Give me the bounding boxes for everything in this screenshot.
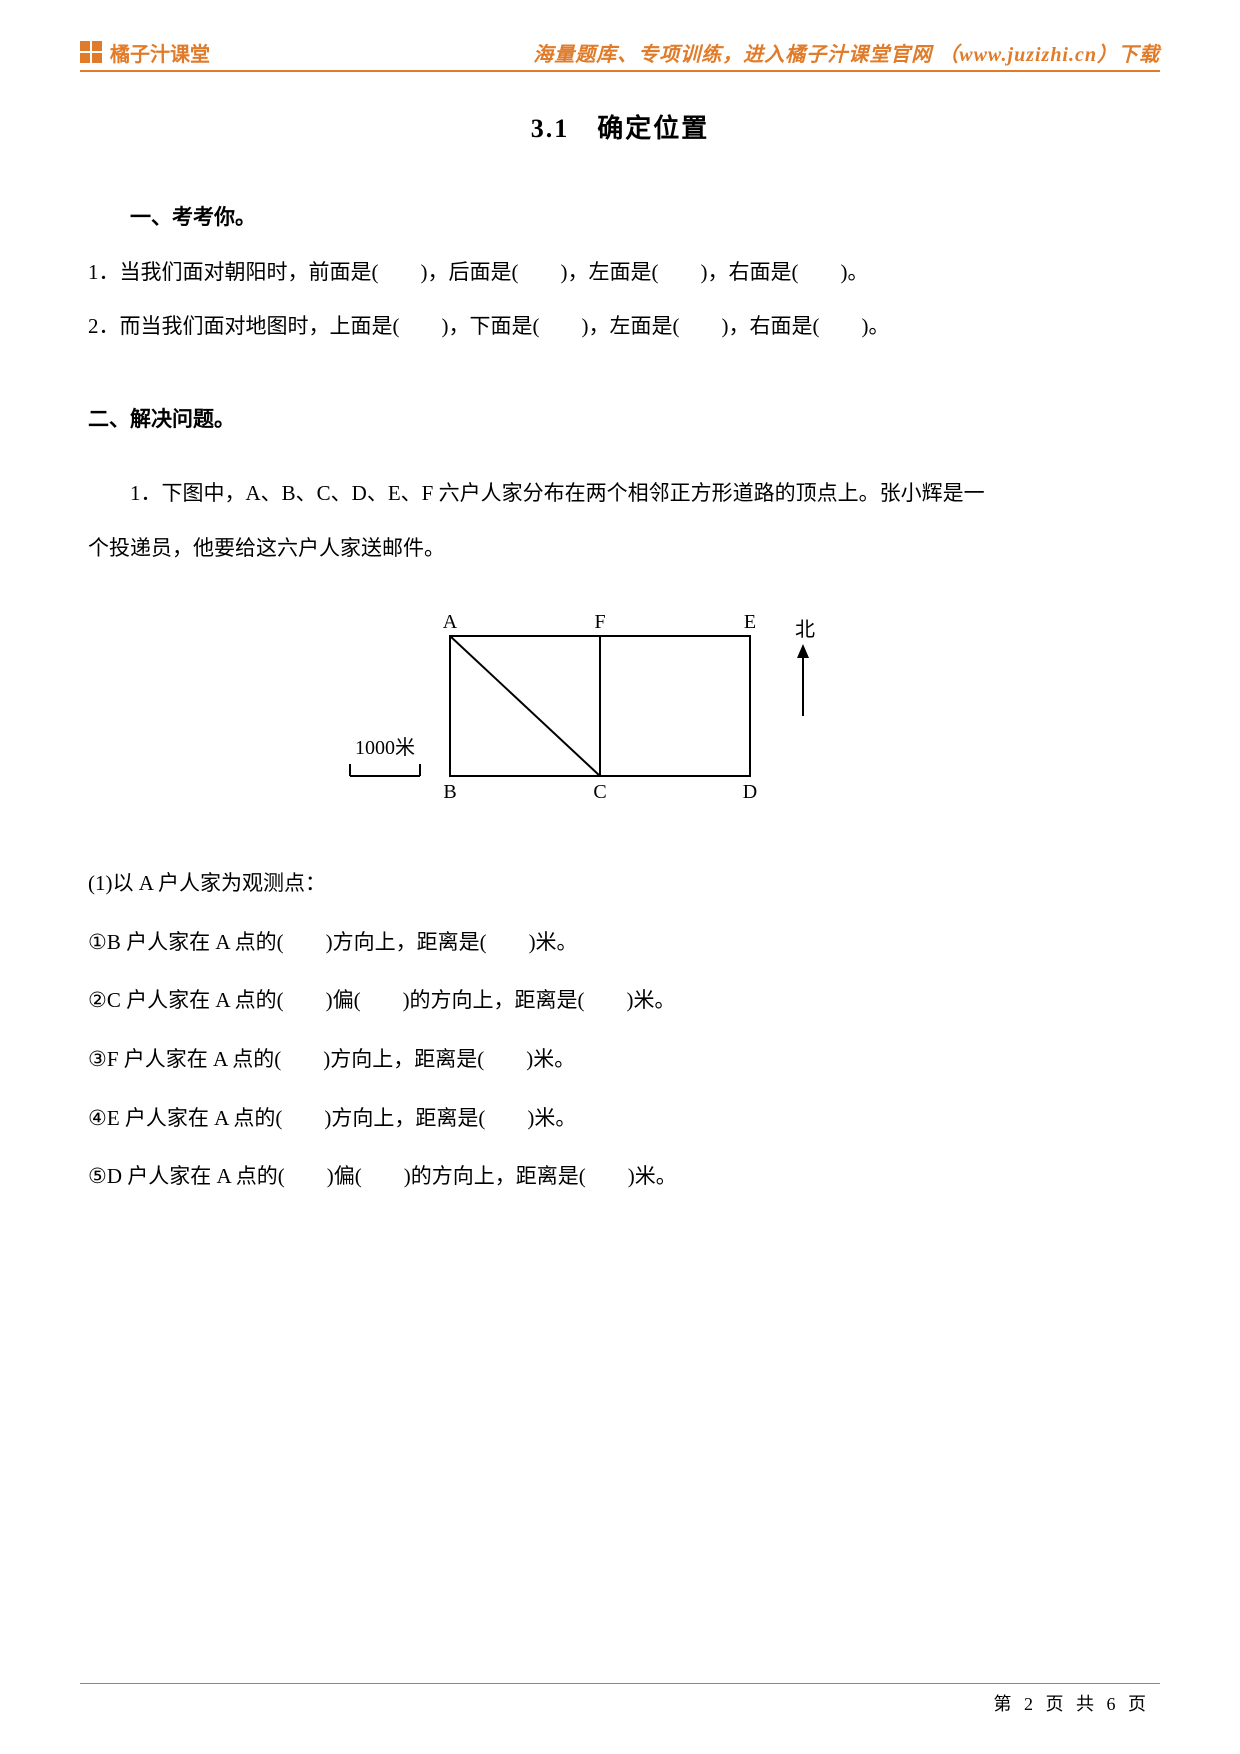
logo-icon	[80, 41, 104, 65]
sub-q3: ③F 户人家在 A 点的( )方向上，距离是( )米。	[88, 1032, 1152, 1087]
label-F: F	[594, 611, 605, 633]
sub-intro: (1)以 A 户人家为观测点：	[88, 856, 1152, 911]
label-E: E	[744, 611, 756, 633]
label-B: B	[443, 781, 456, 803]
section2-heading: 二、解决问题。	[88, 392, 1152, 447]
label-scale: 1000米	[355, 736, 415, 759]
sub-q1: ①B 户人家在 A 点的( )方向上，距离是( )米。	[88, 915, 1152, 970]
label-D: D	[743, 781, 757, 803]
label-A: A	[443, 611, 458, 633]
s1-q1: 1．当我们面对朝阳时，前面是( )，后面是( )，左面是( )，右面是( )。	[88, 245, 1152, 300]
page-header: 橘子汁课堂 海量题库、专项训练，进入橘子汁课堂官网 （www.juzizhi.c…	[80, 38, 1160, 67]
header-right-text: 海量题库、专项训练，进入橘子汁课堂官网 （www.juzizhi.cn）下载	[533, 38, 1160, 67]
label-north: 北	[795, 618, 815, 641]
page-footer: 第 2 页 共 6 页	[994, 1690, 1151, 1716]
sub-q5: ⑤D 户人家在 A 点的( )偏( )的方向上，距离是( )米。	[88, 1149, 1152, 1204]
brand-logo: 橘子汁课堂	[80, 38, 210, 67]
sub-q4: ④E 户人家在 A 点的( )方向上，距离是( )米。	[88, 1091, 1152, 1146]
s2-p1-line2: 个投递员，他要给这六户人家送邮件。	[88, 521, 1152, 576]
s1-q2: 2．而当我们面对地图时，上面是( )，下面是( )，左面是( )，右面是( )。	[88, 299, 1152, 354]
page-title: 3.1 确定位置	[0, 108, 1240, 145]
label-C: C	[593, 781, 606, 803]
footer-divider	[80, 1683, 1160, 1684]
section1-heading: 一、考考你。	[88, 190, 1152, 245]
content-area: 一、考考你。 1．当我们面对朝阳时，前面是( )，后面是( )，左面是( )，右…	[88, 190, 1152, 1204]
header-divider	[80, 70, 1160, 72]
sub-q2: ②C 户人家在 A 点的( )偏( )的方向上，距离是( )米。	[88, 973, 1152, 1028]
s2-p1-line1: 1．下图中，A、B、C、D、E、F 六户人家分布在两个相邻正方形道路的顶点上。张…	[88, 466, 1152, 521]
brand-text: 橘子汁课堂	[110, 38, 210, 67]
diagram: A F E B C D 北 1000米	[340, 606, 900, 827]
